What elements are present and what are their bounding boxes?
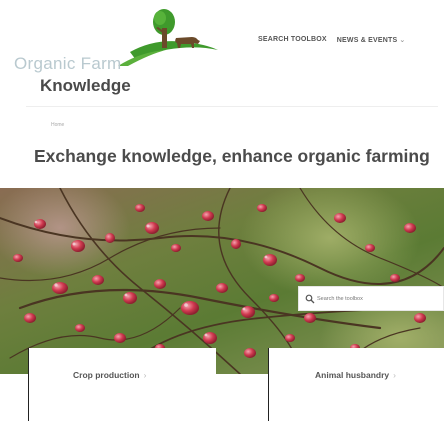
card-animal-husbandry[interactable]: Animal husbandry ›	[268, 348, 444, 421]
logo-text-bottom: Knowledge	[40, 76, 131, 95]
chevron-right-icon: ›	[143, 370, 147, 380]
card-label: Animal husbandry ›	[315, 370, 396, 380]
card-crop-production[interactable]: Crop production ›	[28, 348, 216, 421]
chevron-down-icon: ⌄	[399, 37, 406, 44]
breadcrumb-home[interactable]: Home	[51, 122, 64, 128]
nav-label: SEARCH TOOLBOX	[258, 36, 327, 43]
card-title: Crop production	[73, 370, 140, 380]
tree-logo-icon	[118, 9, 218, 66]
chevron-right-icon: ›	[393, 370, 396, 380]
card-title: Animal husbandry	[315, 370, 390, 380]
search-icon[interactable]	[305, 294, 315, 304]
card-label: Crop production ›	[73, 370, 146, 380]
hero-image	[0, 188, 444, 374]
header-divider	[26, 106, 438, 107]
category-cards: Crop production › Animal husbandry ›	[0, 348, 444, 421]
nav-news-events[interactable]: NEWS & EVENTS ⌄	[337, 36, 406, 44]
toolbox-search	[298, 286, 444, 311]
site-header: Organic Farm Knowledge SEARCH TOOLBOX NE…	[0, 0, 444, 100]
site-logo[interactable]: Organic Farm Knowledge	[14, 8, 224, 95]
main-nav: SEARCH TOOLBOX NEWS & EVENTS ⌄	[258, 36, 405, 44]
rosehip-branches-image	[0, 188, 444, 374]
logo-text-top: Organic Farm	[14, 54, 122, 73]
page-tagline: Exchange knowledge, enhance organic farm…	[34, 146, 430, 166]
search-input[interactable]	[317, 292, 437, 306]
nav-label: NEWS & EVENTS	[336, 37, 398, 44]
nav-search-toolbox[interactable]: SEARCH TOOLBOX	[258, 36, 327, 44]
